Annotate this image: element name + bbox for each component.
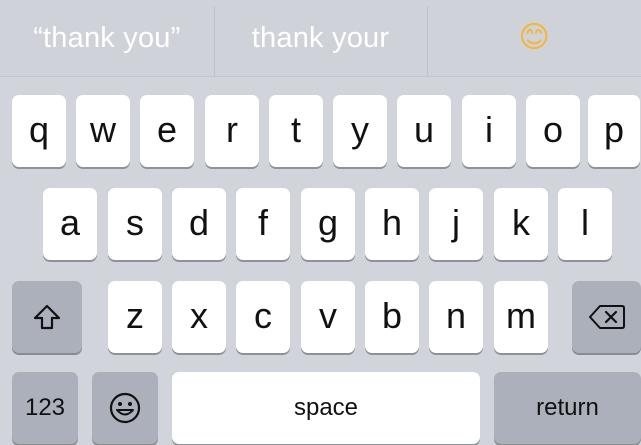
key-label: m xyxy=(506,295,536,336)
key-label: x xyxy=(190,295,208,336)
key-label: e xyxy=(156,109,178,150)
key-c[interactable]: c xyxy=(236,281,290,353)
key-e[interactable]: e xyxy=(140,95,194,167)
key-r[interactable]: r xyxy=(205,95,259,167)
smiling-face-icon: 😊 xyxy=(518,21,550,54)
key-g[interactable]: g xyxy=(301,188,355,260)
key-f[interactable]: f xyxy=(236,188,290,260)
numbers-key-label: 123 xyxy=(24,394,66,421)
key-label: o xyxy=(542,109,564,150)
key-label: s xyxy=(126,202,144,243)
key-label: l xyxy=(581,202,589,243)
numbers-key[interactable]: 123 xyxy=(12,372,78,444)
key-label: b xyxy=(381,295,403,336)
key-label: f xyxy=(257,202,268,243)
key-label: a xyxy=(59,202,81,243)
return-key[interactable]: return xyxy=(494,372,641,444)
shift-key[interactable] xyxy=(12,281,82,353)
key-d[interactable]: d xyxy=(172,188,226,260)
key-label: q xyxy=(28,109,50,150)
key-t[interactable]: t xyxy=(269,95,323,167)
key-o[interactable]: o xyxy=(526,95,580,167)
key-a[interactable]: a xyxy=(43,188,97,260)
shift-icon xyxy=(32,303,62,331)
backspace-icon xyxy=(588,304,626,330)
key-y[interactable]: y xyxy=(333,95,387,167)
key-label: w xyxy=(90,109,116,150)
key-m[interactable]: m xyxy=(494,281,548,353)
space-key-label: space xyxy=(293,394,359,421)
key-label: c xyxy=(254,295,272,336)
suggestion-option[interactable]: thank your xyxy=(213,0,428,76)
key-label: p xyxy=(603,109,625,150)
key-v[interactable]: v xyxy=(301,281,355,353)
key-label: u xyxy=(413,109,435,150)
suggestion-quoted[interactable]: “thank you” xyxy=(0,0,214,76)
key-k[interactable]: k xyxy=(494,188,548,260)
key-z[interactable]: z xyxy=(108,281,162,353)
key-b[interactable]: b xyxy=(365,281,419,353)
key-label: i xyxy=(485,109,493,150)
return-key-label: return xyxy=(536,394,599,421)
key-label: v xyxy=(319,295,337,336)
key-label: n xyxy=(445,295,467,336)
suggestion-quoted-label: “thank you” xyxy=(33,21,181,54)
emoji-keyboard-key[interactable] xyxy=(92,372,158,444)
key-x[interactable]: x xyxy=(172,281,226,353)
suggestion-emoji[interactable]: 😊 xyxy=(427,0,641,76)
predictive-suggestion-bar: “thank you” thank your 😊 xyxy=(0,0,641,77)
key-i[interactable]: i xyxy=(462,95,516,167)
space-key[interactable]: space xyxy=(172,372,480,444)
key-label: k xyxy=(512,202,530,243)
key-n[interactable]: n xyxy=(429,281,483,353)
key-label: r xyxy=(226,109,238,150)
suggestion-option-label: thank your xyxy=(251,21,390,54)
key-l[interactable]: l xyxy=(558,188,612,260)
key-j[interactable]: j xyxy=(429,188,483,260)
key-s[interactable]: s xyxy=(108,188,162,260)
key-u[interactable]: u xyxy=(397,95,451,167)
key-label: g xyxy=(317,202,339,243)
key-label: z xyxy=(126,295,144,336)
key-label: y xyxy=(351,109,369,150)
key-w[interactable]: w xyxy=(76,95,130,167)
key-label: t xyxy=(290,109,301,150)
key-p[interactable]: p xyxy=(588,95,640,167)
key-label: d xyxy=(188,202,210,243)
key-label: j xyxy=(452,202,460,243)
key-q[interactable]: q xyxy=(12,95,66,167)
emoji-keyboard-icon xyxy=(108,391,142,425)
key-h[interactable]: h xyxy=(365,188,419,260)
delete-key[interactable] xyxy=(572,281,641,353)
key-label: h xyxy=(381,202,403,243)
